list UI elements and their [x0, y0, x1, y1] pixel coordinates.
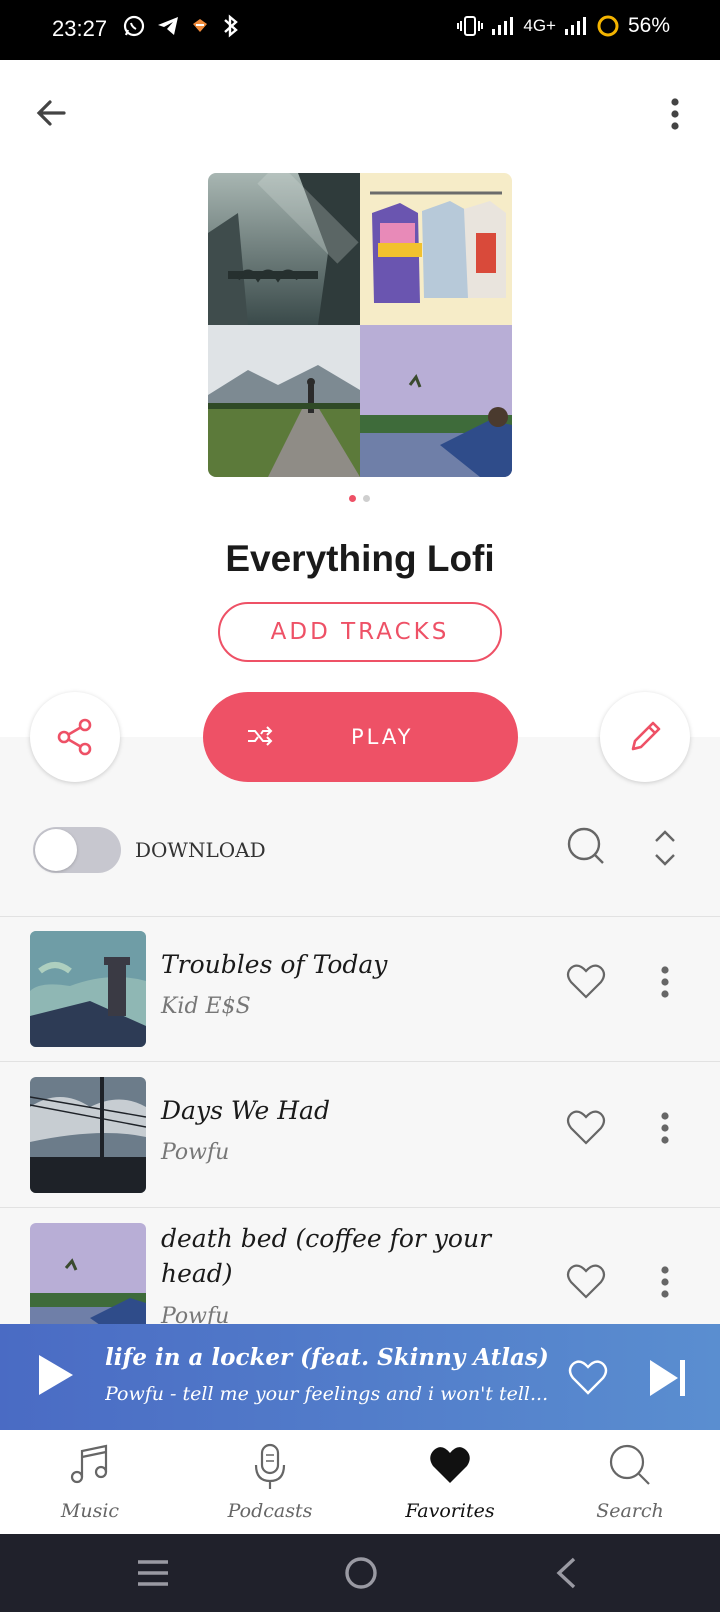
- add-tracks-button[interactable]: ADD TRACKS: [218, 602, 502, 662]
- notification-icons: [122, 14, 242, 38]
- track-row[interactable]: death bed (coffee for your head) Powfu: [0, 1208, 720, 1324]
- more-vertical-icon[interactable]: [653, 1108, 677, 1148]
- network-type: 4G+: [523, 16, 556, 35]
- track-title: Troubles of Today: [161, 950, 388, 979]
- track-artist: Powfu: [161, 1140, 230, 1165]
- system-navigation-bar: [0, 1534, 720, 1612]
- sort-button[interactable]: [653, 828, 677, 872]
- album-art-days-we-had: [30, 1077, 146, 1193]
- mini-player[interactable]: life in a locker (feat. Skinny Atlas) Po…: [0, 1324, 720, 1430]
- more-vertical-icon[interactable]: [653, 1262, 677, 1302]
- battery-level: 56%: [627, 14, 670, 37]
- album-art-troubles-of-today: [30, 931, 146, 1047]
- heart-outline-icon[interactable]: [566, 1108, 606, 1146]
- heart-icon: [430, 1447, 470, 1483]
- album-art-death-bed-coffee: [30, 1223, 146, 1324]
- shuffle-play-button[interactable]: PLAY: [203, 692, 518, 782]
- whatsapp-icon: [123, 15, 145, 37]
- toggle-knob: [35, 829, 77, 871]
- nav-podcasts[interactable]: Podcasts: [180, 1430, 360, 1534]
- nav-label: Music: [60, 1500, 120, 1522]
- system-status: 4G+ 56%: [457, 14, 670, 38]
- shuffle-icon: [248, 726, 273, 746]
- share-icon: [57, 718, 92, 756]
- sort-chevrons-icon: [655, 830, 675, 866]
- nav-music[interactable]: Music: [0, 1430, 180, 1534]
- album-art-road: [208, 325, 360, 477]
- back-nav-icon[interactable]: [554, 1556, 578, 1590]
- battery-ring-icon: [597, 15, 619, 37]
- nav-favorites[interactable]: Favorites: [360, 1430, 540, 1534]
- telegram-icon: [158, 17, 178, 35]
- now-playing-title: life in a locker (feat. Skinny Atlas): [105, 1344, 549, 1371]
- playlist-cover[interactable]: [208, 173, 512, 477]
- heart-outline-icon[interactable]: [566, 1262, 606, 1300]
- play-icon[interactable]: [36, 1352, 76, 1398]
- carousel-dot-active: [349, 495, 356, 502]
- heart-outline-icon[interactable]: [566, 962, 606, 1000]
- track-row[interactable]: Days We Had Powfu: [0, 1062, 720, 1207]
- carousel-indicator: [349, 495, 370, 502]
- album-art-sleeping-on-the-floor: [208, 173, 360, 325]
- nav-label: Podcasts: [227, 1500, 313, 1522]
- pencil-icon: [631, 721, 661, 751]
- album-art-hoodies: [360, 173, 512, 325]
- now-playing-subtitle: Powfu - tell me your feelings and i won'…: [105, 1383, 549, 1405]
- recent-apps-icon[interactable]: [136, 1558, 170, 1588]
- options-menu-button[interactable]: [660, 94, 690, 134]
- share-button[interactable]: [30, 692, 120, 782]
- track-art: [30, 1223, 146, 1324]
- edit-button[interactable]: [600, 692, 690, 782]
- back-button[interactable]: [34, 95, 70, 131]
- status-bar: 23:27 4G+ 56%: [0, 0, 720, 60]
- carousel-dot: [363, 495, 370, 502]
- bottom-navigation: Music Podcasts Favorites Search: [0, 1430, 720, 1534]
- signal-icon-2: [564, 17, 586, 35]
- album-art-death-bed: [360, 325, 512, 477]
- nav-search[interactable]: Search: [540, 1430, 720, 1534]
- track-art: [30, 931, 146, 1047]
- track-artist: Powfu: [161, 1304, 230, 1324]
- playlist-title: Everything Lofi: [225, 538, 495, 579]
- microphone-icon: [254, 1443, 286, 1489]
- arrow-left-icon: [36, 100, 66, 126]
- more-vertical-icon: [671, 98, 679, 130]
- download-label: DOWNLOAD: [135, 838, 266, 862]
- track-row[interactable]: Troubles of Today Kid E$S: [0, 916, 720, 1061]
- more-vertical-icon[interactable]: [653, 962, 677, 1002]
- track-title: death bed (coffee for your head): [161, 1224, 492, 1288]
- download-toggle[interactable]: [33, 827, 121, 873]
- app-notification-icon: [193, 19, 207, 32]
- signal-icon: [492, 17, 514, 35]
- track-art: [30, 1077, 146, 1193]
- track-artist: Kid E$S: [161, 994, 251, 1019]
- search-icon: [567, 827, 604, 864]
- nav-label: Favorites: [405, 1500, 495, 1522]
- heart-outline-icon[interactable]: [568, 1358, 608, 1396]
- skip-next-icon[interactable]: [648, 1358, 688, 1398]
- music-note-icon: [70, 1444, 108, 1484]
- play-label: PLAY: [351, 725, 414, 749]
- nav-label: Search: [596, 1500, 664, 1522]
- home-icon[interactable]: [344, 1556, 378, 1590]
- search-icon: [609, 1444, 650, 1485]
- vibrate-icon: [457, 16, 484, 36]
- track-title: Days We Had: [161, 1096, 330, 1125]
- search-tracks-button[interactable]: [566, 826, 606, 870]
- bluetooth-icon: [224, 14, 238, 38]
- clock: 23:27: [52, 16, 108, 41]
